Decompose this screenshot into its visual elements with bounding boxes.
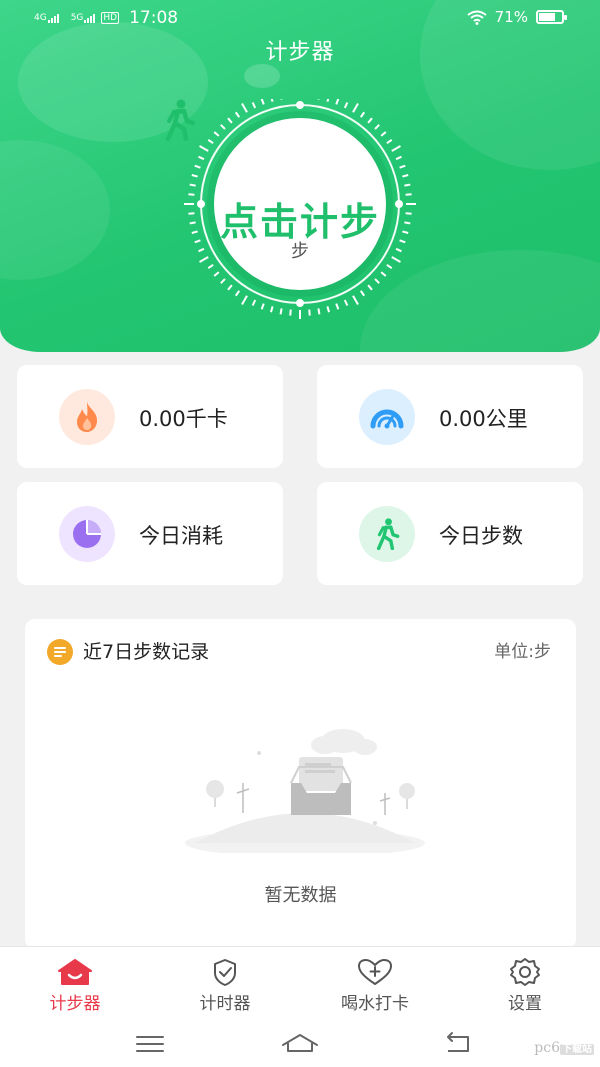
dial-tick [220, 278, 226, 284]
tab-timer[interactable]: 计时器 [155, 957, 295, 1017]
tab-pedometer[interactable]: 计步器 [5, 957, 145, 1017]
dial-tick [386, 263, 393, 270]
dial-tick [234, 111, 241, 118]
step-unit: 步 [291, 241, 309, 262]
check-circle-icon [205, 957, 245, 987]
dial-tick [326, 99, 330, 102]
tab-label: 计时器 [199, 994, 251, 1014]
dial-tick [335, 99, 340, 105]
dial-tick [280, 99, 283, 100]
tab-label: 计步器 [49, 994, 101, 1014]
dial-tick [380, 271, 387, 277]
menu-icon[interactable] [130, 1029, 170, 1059]
record-title: 近7日步数记录 [83, 641, 210, 663]
dial-tick [279, 308, 283, 315]
list-icon [47, 639, 73, 665]
dial-tick [213, 271, 220, 277]
dial-tick [374, 278, 380, 284]
battery-icon [536, 10, 567, 24]
dial-tick [395, 155, 402, 161]
dial-tick [194, 164, 201, 169]
dial-tick [270, 99, 274, 102]
gear-icon [505, 957, 545, 987]
step-counter-dial[interactable]: 点击计步 步 [160, 99, 440, 319]
dial-tick [227, 284, 233, 291]
flame-icon [59, 389, 115, 445]
dial-tick [227, 117, 233, 124]
calories-card[interactable]: 0.00千卡 [17, 365, 283, 468]
walker-icon [165, 99, 196, 141]
back-icon[interactable] [438, 1029, 478, 1059]
watermark-badge: 下载站 [560, 1044, 594, 1055]
dial-tick [191, 174, 198, 178]
tab-label: 喝水打卡 [341, 994, 409, 1014]
empty-state-text: 暂无数据 [264, 885, 337, 906]
today-steps-card[interactable]: 今日步数 [317, 482, 583, 585]
dial-tick [207, 263, 214, 270]
dial-tick [343, 299, 349, 306]
dial-tick [367, 117, 373, 124]
tab-settings[interactable]: 设置 [455, 957, 595, 1017]
dial-tick [367, 284, 373, 291]
today-steps-label: 今日步数 [439, 524, 523, 548]
dial-tick [359, 111, 366, 118]
dial-tick [386, 138, 393, 145]
record-unit: 单位:步 [494, 642, 551, 662]
dial-tick [220, 124, 226, 130]
dial-tick [213, 131, 220, 137]
dial-tick [359, 290, 366, 297]
watermark: pc6 下载站 [534, 1040, 594, 1056]
home-icon [55, 957, 95, 987]
dial-tick [189, 183, 196, 187]
pie-chart-icon [59, 506, 115, 562]
dial-tick [317, 308, 321, 315]
dial-tick [234, 290, 241, 297]
dial-tick [374, 124, 380, 130]
today-consumption-label: 今日消耗 [139, 524, 223, 548]
walker-icon [359, 506, 415, 562]
dial-tick [198, 155, 205, 161]
dial-tick [207, 138, 214, 145]
status-bar: 4G 5G HD 17:08 71% [0, 0, 600, 36]
dial-tick [251, 102, 257, 109]
cellular-signal-icon: 4G [34, 12, 59, 23]
tab-water[interactable]: 喝水打卡 [305, 957, 445, 1017]
network-type-1: 4G [34, 12, 47, 23]
distance-value: 0.00公里 [439, 407, 528, 431]
hd-voice-icon: HD [101, 12, 120, 24]
dial-tick [404, 183, 411, 187]
dial-tick [260, 303, 265, 310]
calories-value: 0.00千卡 [139, 407, 228, 431]
dial-tick [251, 299, 257, 306]
dial-tick [343, 102, 349, 109]
page-title: 计步器 [265, 40, 335, 65]
dial-tick [402, 174, 409, 178]
dial-tick [270, 306, 274, 313]
status-time: 17:08 [129, 8, 179, 28]
dial-tick [308, 309, 311, 316]
dial-tick [399, 164, 406, 169]
dial-tick [260, 99, 265, 105]
dial-tick [380, 131, 387, 137]
heart-plus-icon [355, 957, 395, 987]
battery-percent: 71% [494, 8, 528, 26]
dial-tick [326, 306, 330, 313]
watermark-text: pc6 [534, 1040, 560, 1056]
home-nav-icon[interactable] [280, 1029, 320, 1059]
dial-tick [317, 99, 320, 100]
distance-card[interactable]: 0.00公里 [317, 365, 583, 468]
dial-tick [289, 309, 292, 316]
cellular-signal-icon: 5G [70, 12, 96, 23]
wifi-icon [467, 10, 487, 25]
dial-tick [335, 303, 340, 310]
tab-label: 设置 [508, 994, 542, 1014]
speedometer-icon [359, 389, 415, 445]
network-type-2: 5G [70, 12, 84, 23]
today-consumption-card[interactable]: 今日消耗 [17, 482, 283, 585]
weekly-record-panel: 近7日步数记录 单位:步 暂无数据 [25, 619, 576, 949]
empty-inbox-illustration [185, 729, 425, 853]
system-navigation-bar [0, 1021, 600, 1067]
bottom-tab-bar: 计步器 计时器 喝水打卡 设置 [0, 946, 600, 1021]
